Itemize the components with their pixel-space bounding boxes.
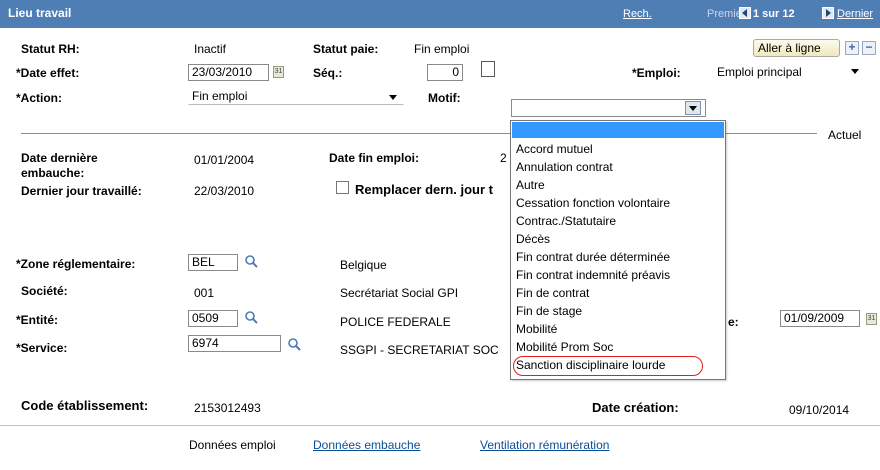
- footer-divider: [0, 425, 880, 426]
- pager-status: 1 sur 12: [753, 8, 795, 20]
- service-description: SSGPI - SECRETARIAT SOC: [340, 343, 499, 357]
- zone-label: *Zone réglementaire:: [16, 257, 136, 271]
- societe-value: 001: [194, 286, 215, 300]
- emploi-select[interactable]: Emploi principal: [713, 64, 865, 81]
- tab-ventilation-remuneration[interactable]: Ventilation rémunération: [480, 438, 609, 452]
- last-link[interactable]: Dernier: [837, 8, 873, 20]
- entite-label: *Entité:: [16, 313, 58, 327]
- go-to-row-button[interactable]: Aller à ligne: [753, 39, 840, 57]
- motif-dropdown-list: Accord mutuel Annulation contrat Autre C…: [510, 120, 726, 380]
- motif-label: Motif:: [428, 91, 461, 105]
- dropdown-option[interactable]: Mobilité: [516, 322, 557, 336]
- calendar-icon[interactable]: 31: [273, 66, 284, 78]
- previous-arrow-icon[interactable]: [739, 7, 751, 19]
- seq-field[interactable]: 0: [427, 64, 463, 81]
- service-field[interactable]: 6974: [188, 335, 281, 352]
- page-header-bar: Lieu travail Rech. Premier 1 sur 12 Dern…: [0, 0, 880, 28]
- entite-date-field[interactable]: 01/09/2009: [780, 310, 860, 327]
- date-fin-emploi-value: 2: [500, 151, 507, 165]
- dropdown-option-empty[interactable]: [512, 122, 724, 138]
- action-select[interactable]: Fin emploi: [188, 88, 404, 105]
- dernier-jour-label: Dernier jour travaillé:: [21, 184, 142, 198]
- date-effet-field[interactable]: 23/03/2010: [188, 64, 269, 81]
- search-icon[interactable]: [287, 337, 301, 351]
- date-derniere-embauche-label-2: embauche:: [21, 166, 85, 180]
- chevron-down-icon: [851, 69, 859, 74]
- dropdown-option[interactable]: Fin contrat durée déterminée: [516, 250, 670, 264]
- note-icon[interactable]: [481, 61, 495, 77]
- calendar-icon[interactable]: 31: [866, 313, 877, 325]
- dropdown-option[interactable]: Fin de stage: [516, 304, 582, 318]
- zone-field[interactable]: BEL: [188, 254, 238, 271]
- dropdown-option[interactable]: Décès: [516, 232, 550, 246]
- zone-description: Belgique: [340, 258, 387, 272]
- search-icon[interactable]: [244, 254, 258, 268]
- highlight-circle: [513, 356, 703, 376]
- date-fin-emploi-label: Date fin emploi:: [329, 151, 420, 165]
- dropdown-option[interactable]: Autre: [516, 178, 545, 192]
- tab-donnees-embauche[interactable]: Données embauche: [313, 438, 420, 452]
- date-creation-value: 09/10/2014: [789, 403, 850, 417]
- entite-field[interactable]: 0509: [188, 310, 238, 327]
- code-etablissement-label: Code établissement:: [21, 398, 149, 413]
- dropdown-option[interactable]: Contrac./Statutaire: [516, 214, 616, 228]
- action-label: *Action:: [16, 91, 62, 105]
- date-derniere-embauche-label: Date dernière: [21, 151, 98, 165]
- emploi-label: *Emploi:: [632, 66, 681, 80]
- code-etablissement-value: 2153012493: [194, 401, 261, 415]
- tab-donnees-emploi[interactable]: Données emploi: [189, 438, 276, 452]
- page-title: Lieu travail: [8, 6, 72, 20]
- remove-row-button[interactable]: −: [862, 41, 876, 55]
- societe-label: Société:: [21, 284, 68, 298]
- statut-paie-value: Fin emploi: [414, 42, 470, 56]
- entite-date-label: e:: [728, 315, 739, 329]
- statut-rh-label: Statut RH:: [21, 42, 80, 56]
- dropdown-option[interactable]: Accord mutuel: [516, 142, 593, 156]
- action-select-value: Fin emploi: [192, 89, 248, 103]
- dropdown-option[interactable]: Fin contrat indemnité préavis: [516, 268, 670, 282]
- date-effet-label: *Date effet:: [16, 66, 80, 80]
- chevron-down-icon: [689, 106, 697, 111]
- chevron-down-icon: [389, 95, 397, 100]
- next-arrow-icon[interactable]: [822, 7, 834, 19]
- emploi-select-value: Emploi principal: [717, 65, 802, 79]
- actuel-label: Actuel: [828, 128, 862, 142]
- dernier-jour-value: 22/03/2010: [194, 184, 255, 198]
- dropdown-option[interactable]: Mobilité Prom Soc: [516, 340, 613, 354]
- entite-description: POLICE FEDERALE: [340, 315, 451, 329]
- dropdown-button[interactable]: [685, 101, 701, 115]
- remplacer-label: Remplacer dern. jour t: [355, 182, 493, 197]
- statut-paie-label: Statut paie:: [313, 42, 379, 56]
- remplacer-checkbox[interactable]: [336, 181, 349, 194]
- motif-select[interactable]: [511, 99, 706, 117]
- date-derniere-embauche-value: 01/01/2004: [194, 153, 255, 167]
- statut-rh-value: Inactif: [194, 42, 227, 56]
- dropdown-option[interactable]: Annulation contrat: [516, 160, 613, 174]
- add-row-button[interactable]: +: [845, 41, 859, 55]
- seq-label: Séq.:: [313, 66, 343, 80]
- dropdown-option[interactable]: Cessation fonction volontaire: [516, 196, 670, 210]
- date-creation-label: Date création:: [592, 400, 679, 415]
- service-label: *Service:: [16, 341, 68, 355]
- search-icon[interactable]: [244, 310, 258, 324]
- search-link[interactable]: Rech.: [623, 8, 652, 20]
- dropdown-option[interactable]: Fin de contrat: [516, 286, 589, 300]
- societe-description: Secrétariat Social GPI: [340, 286, 459, 300]
